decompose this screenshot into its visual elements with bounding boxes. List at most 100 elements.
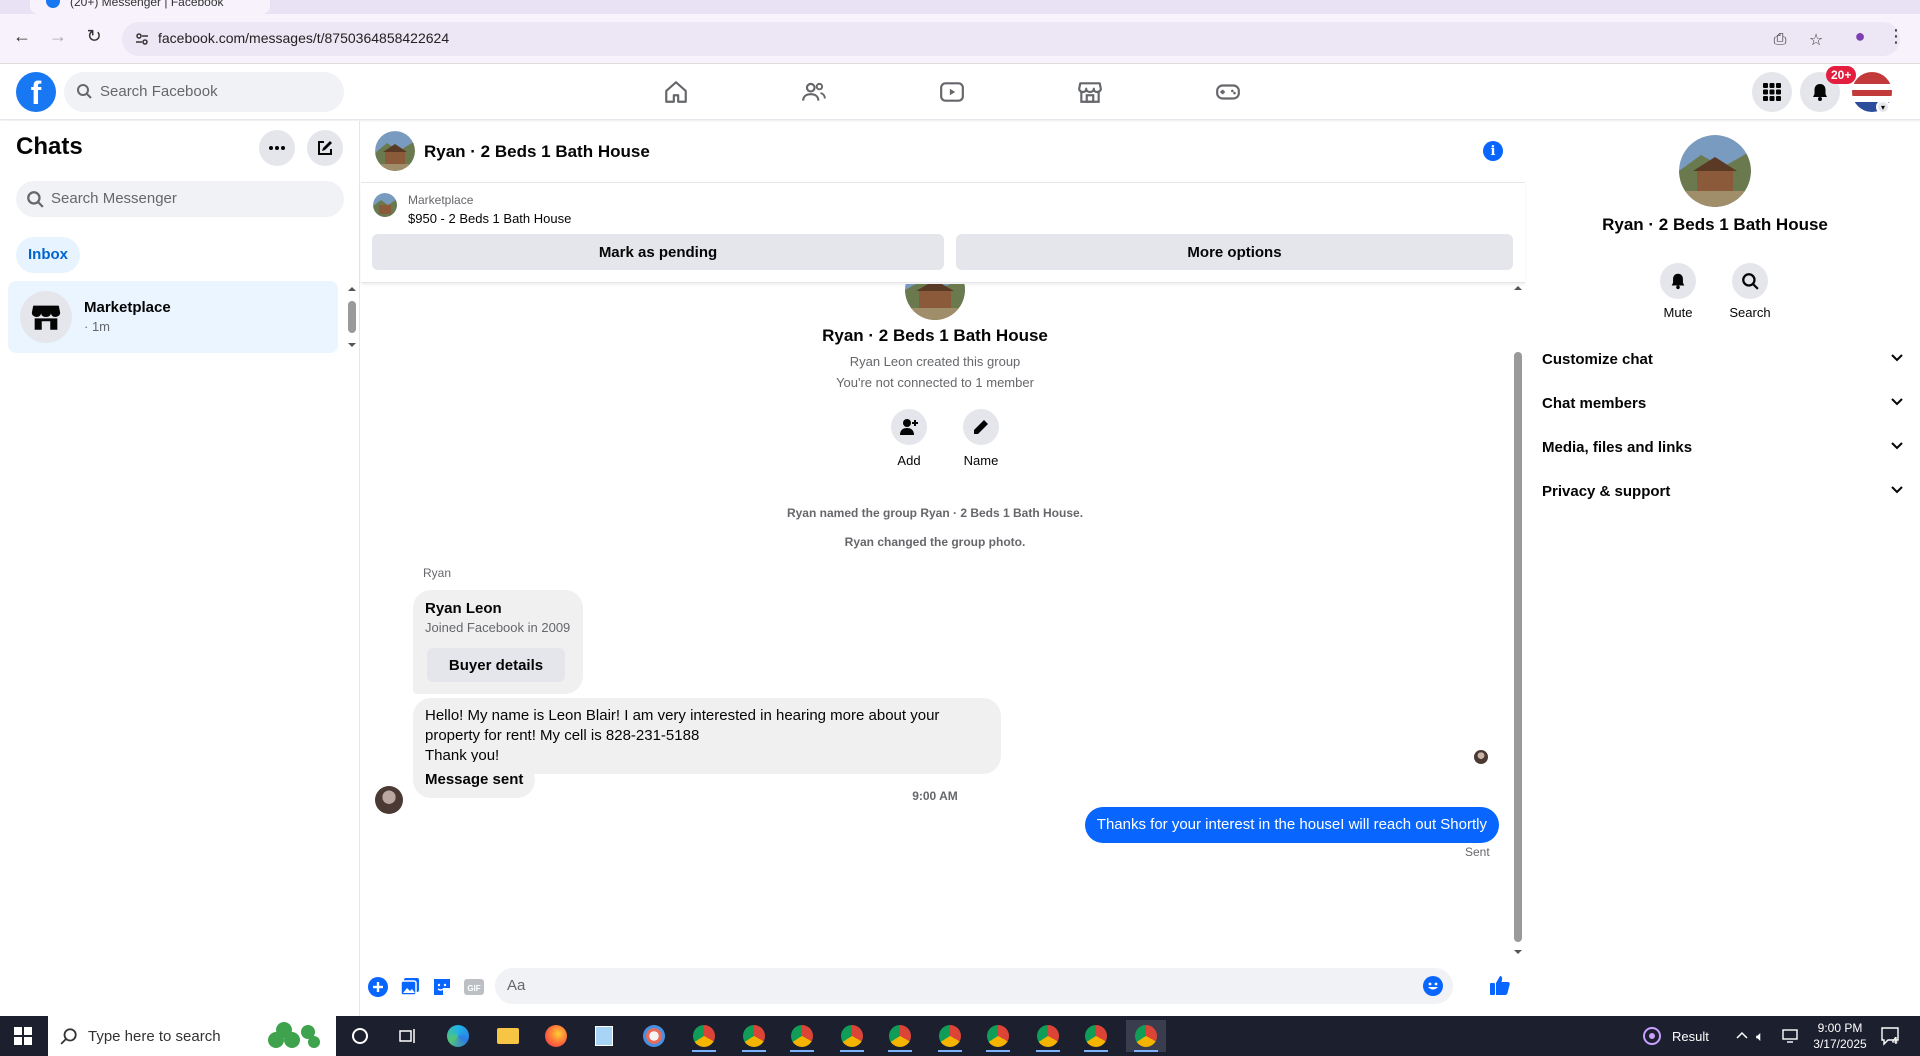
profile-icon[interactable]: ●: [1848, 24, 1872, 48]
search-in-conversation-button[interactable]: Search: [1720, 263, 1780, 320]
result-widget[interactable]: Result: [1642, 1016, 1709, 1056]
taskbar-search-input[interactable]: Type here to search: [48, 1016, 336, 1056]
marketplace-nav[interactable]: [1062, 72, 1118, 112]
taskbar-clock[interactable]: 9:00 PM 3/17/2025: [1800, 1020, 1880, 1052]
volume-icon[interactable]: 🔈︎: [1756, 1016, 1764, 1056]
sidebar-scrollbar[interactable]: [348, 285, 356, 349]
message-thread[interactable]: Ryan · 2 Beds 1 Bath House Ryan Leon cre…: [361, 284, 1525, 960]
thumbs-up-icon: [1490, 976, 1510, 995]
network-icon[interactable]: [1782, 1016, 1798, 1056]
notification-center-button[interactable]: 4: [1880, 1016, 1902, 1056]
emoji-icon[interactable]: [1423, 976, 1443, 996]
conversation-title[interactable]: Ryan · 2 Beds 1 Bath House: [424, 142, 650, 162]
read-receipt-avatar: [1474, 750, 1488, 764]
chrome-icon-active[interactable]: [1126, 1020, 1166, 1052]
chrome-icon[interactable]: [930, 1020, 970, 1052]
messenger-search-input[interactable]: Search Messenger: [16, 181, 344, 217]
chevron-up-icon: [1736, 1031, 1748, 1039]
send-like-button[interactable]: [1489, 974, 1511, 996]
paint-icon[interactable]: [634, 1020, 674, 1052]
back-icon[interactable]: ←: [10, 24, 34, 48]
address-bar[interactable]: facebook.com/messages/t/8750364858422624…: [122, 22, 1900, 56]
scrollbar-thumb[interactable]: [1514, 352, 1522, 942]
chats-options-button[interactable]: [259, 130, 295, 166]
notification-badge: 20+: [1826, 66, 1857, 84]
info-icon[interactable]: i: [1483, 141, 1503, 161]
privacy-support-section[interactable]: Privacy & support: [1542, 471, 1904, 511]
sticker-button[interactable]: [431, 976, 453, 998]
scroll-down-arrow-icon[interactable]: [1511, 948, 1525, 956]
chrome-icon[interactable]: [734, 1020, 774, 1052]
listing-thumbnail[interactable]: [373, 193, 397, 217]
name-group-button[interactable]: Name: [951, 409, 1011, 468]
customize-chat-section[interactable]: Customize chat: [1542, 339, 1904, 379]
chrome-icon[interactable]: [782, 1020, 822, 1052]
mute-button[interactable]: Mute: [1648, 263, 1708, 320]
home-nav[interactable]: [648, 72, 704, 112]
mark-as-pending-button[interactable]: Mark as pending: [372, 234, 944, 270]
listing-title[interactable]: $950 - 2 Beds 1 Bath House: [408, 211, 571, 226]
mute-label: Mute: [1663, 305, 1693, 320]
add-member-button[interactable]: Add: [879, 409, 939, 468]
chevron-down-icon[interactable]: ▾: [1876, 100, 1890, 114]
forward-icon[interactable]: →: [46, 24, 70, 48]
chat-list-item[interactable]: Marketplace · 1m: [8, 281, 338, 353]
watch-nav[interactable]: [924, 72, 980, 112]
scroll-up-arrow-icon[interactable]: [1511, 284, 1525, 292]
chrome-icon[interactable]: [1028, 1020, 1068, 1052]
windows-start-icon[interactable]: [14, 1027, 32, 1045]
chat-name: Marketplace: [84, 299, 171, 316]
inbox-filter-tab[interactable]: Inbox: [16, 237, 80, 273]
chrome-icon[interactable]: [832, 1020, 872, 1052]
group-photo-large[interactable]: [1679, 135, 1751, 207]
edge-browser-icon[interactable]: [438, 1020, 478, 1052]
install-app-icon[interactable]: ⎙: [1770, 30, 1790, 50]
scroll-up-arrow-icon[interactable]: [348, 285, 356, 293]
facebook-logo-icon[interactable]: f: [16, 72, 56, 112]
site-info-icon[interactable]: [134, 31, 150, 47]
notepad-icon[interactable]: [584, 1020, 624, 1052]
more-options-button[interactable]: More options: [956, 234, 1513, 270]
outgoing-message-bubble[interactable]: Thanks for your interest in the houseI w…: [1084, 807, 1499, 843]
chrome-icon[interactable]: [880, 1020, 920, 1052]
attach-photo-button[interactable]: [399, 976, 421, 998]
chat-members-section[interactable]: Chat members: [1542, 383, 1904, 423]
message-input[interactable]: Aa: [495, 968, 1453, 1004]
apps-grid-icon: [1763, 83, 1781, 101]
group-photo[interactable]: [375, 131, 415, 171]
section-title: Chat members: [1542, 395, 1647, 412]
buyer-name: Ryan Leon: [425, 600, 502, 617]
friends-nav[interactable]: [786, 72, 842, 112]
scroll-down-arrow-icon[interactable]: [348, 341, 356, 349]
chrome-icon[interactable]: [978, 1020, 1018, 1052]
browser-menu-icon[interactable]: ⋮: [1884, 24, 1908, 48]
file-explorer-icon[interactable]: [488, 1020, 528, 1052]
cortana-icon[interactable]: [340, 1020, 380, 1052]
show-hidden-icons[interactable]: [1736, 1016, 1748, 1056]
scrollbar-thumb[interactable]: [348, 301, 356, 333]
menu-button[interactable]: [1752, 72, 1792, 112]
section-title: Customize chat: [1542, 351, 1653, 368]
gaming-nav[interactable]: [1200, 72, 1256, 112]
gif-button[interactable]: GIF: [463, 976, 485, 998]
gaming-icon: [1216, 84, 1240, 100]
facebook-search-input[interactable]: Search Facebook: [64, 72, 344, 112]
bookmark-star-icon[interactable]: ☆: [1806, 30, 1826, 50]
new-message-button[interactable]: [307, 130, 343, 166]
facebook-search-placeholder: Search Facebook: [100, 83, 218, 100]
chrome-icon[interactable]: [1076, 1020, 1116, 1052]
task-view-icon[interactable]: [388, 1020, 428, 1052]
thread-scrollbar[interactable]: [1511, 284, 1525, 960]
reload-icon[interactable]: ↻: [82, 24, 106, 48]
group-created-by: Ryan Leon created this group: [849, 354, 1021, 369]
browser-tab[interactable]: (20+) Messenger | Facebook: [30, 0, 270, 14]
message-text: Message sent: [425, 771, 524, 788]
chrome-icon[interactable]: [684, 1020, 724, 1052]
media-files-links-section[interactable]: Media, files and links: [1542, 427, 1904, 467]
more-actions-button[interactable]: [367, 976, 389, 998]
message-input-placeholder: Aa: [507, 977, 526, 994]
widget-icon: [1643, 1027, 1661, 1045]
facebook-header: f Search Facebook 20+ ▾: [0, 64, 1920, 120]
buyer-details-button[interactable]: Buyer details: [427, 648, 565, 682]
firefox-icon[interactable]: [536, 1020, 576, 1052]
